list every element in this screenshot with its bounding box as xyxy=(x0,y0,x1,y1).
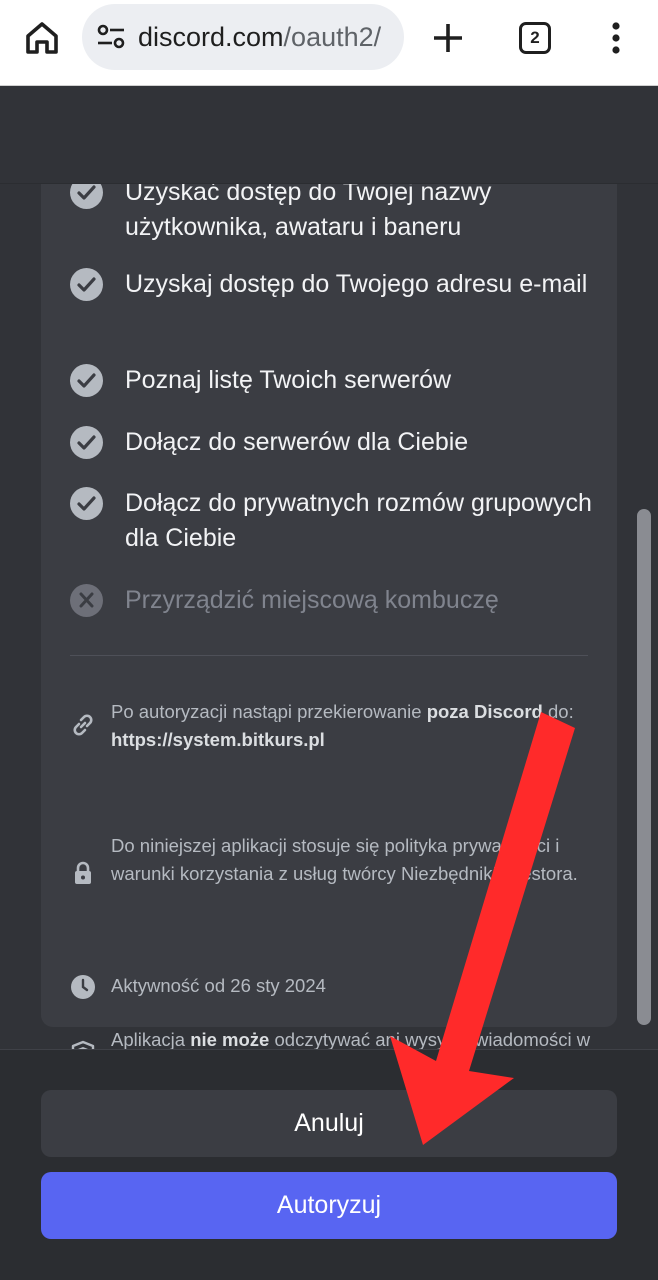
browser-toolbar: discord.com/oauth2/ 2 xyxy=(0,0,658,86)
clock-icon xyxy=(70,974,96,1000)
home-icon[interactable] xyxy=(22,18,62,58)
check-icon xyxy=(70,364,103,397)
divider xyxy=(70,655,588,656)
scroll-area[interactable]: Uzyskać dostęp do Twojej nazwy użytkowni… xyxy=(0,183,658,1049)
plus-icon[interactable] xyxy=(430,20,466,56)
permissions-card: Uzyskać dostęp do Twojej nazwy użytkowni… xyxy=(41,183,617,1049)
url-host: discord.com xyxy=(138,22,284,52)
url-path: /oauth2/ xyxy=(283,22,382,52)
check-icon xyxy=(70,184,103,209)
redirect-url: https://system.bitkurs.pl xyxy=(111,728,325,750)
more-vert-icon[interactable] xyxy=(604,20,628,56)
messages-prefix: Aplikacja xyxy=(111,1029,191,1049)
address-bar[interactable]: discord.com/oauth2/ xyxy=(82,4,404,70)
scope-label: Uzyskaj dostęp do Twojego adresu e-mail xyxy=(125,270,588,298)
scope-label: Przyrządzić miejscową kombuczę xyxy=(125,586,499,614)
scope-label: Dołącz do prywatnych rozmów grupowych dl… xyxy=(125,489,592,552)
messages-bold: nie może xyxy=(190,1029,270,1049)
x-icon xyxy=(70,584,103,617)
redirect-mid: do: xyxy=(542,701,574,722)
footer-actions: Anuluj Autoryzuj xyxy=(0,1049,658,1280)
url-text: discord.com/oauth2/ xyxy=(138,22,400,52)
scope-label: Dołącz do serwerów dla Ciebie xyxy=(125,428,469,456)
scope-label: Uzyskać dostęp do Twojej nazwy użytkowni… xyxy=(125,183,492,241)
messages-text: Aplikacja nie może odczytywać ani wysyła… xyxy=(111,1026,601,1049)
policy-text: Do niniejszej aplikacji stosuje się poli… xyxy=(111,835,578,884)
redirect-bold: poza Discord xyxy=(426,701,543,722)
redirect-text: Po autoryzacji nastąpi przekierowanie po… xyxy=(111,698,601,753)
page-header-band xyxy=(0,87,658,183)
scope-label: Poznaj listę Twoich serwerów xyxy=(125,366,452,394)
redirect-prefix: Po autoryzacji nastąpi przekierowanie xyxy=(111,701,427,722)
site-settings-icon[interactable] xyxy=(96,24,126,50)
lock-icon xyxy=(70,860,96,886)
check-icon xyxy=(70,268,103,301)
check-icon xyxy=(70,426,103,459)
check-icon xyxy=(70,487,103,520)
activity-text: Aktywność od 26 sty 2024 xyxy=(111,975,326,996)
cancel-button[interactable]: Anuluj xyxy=(41,1090,617,1157)
shield-icon xyxy=(70,1040,96,1049)
scrollbar-thumb[interactable] xyxy=(637,509,651,1025)
authorize-button[interactable]: Autoryzuj xyxy=(41,1172,617,1239)
tab-switcher-icon[interactable]: 2 xyxy=(519,22,551,54)
link-icon xyxy=(70,712,96,738)
